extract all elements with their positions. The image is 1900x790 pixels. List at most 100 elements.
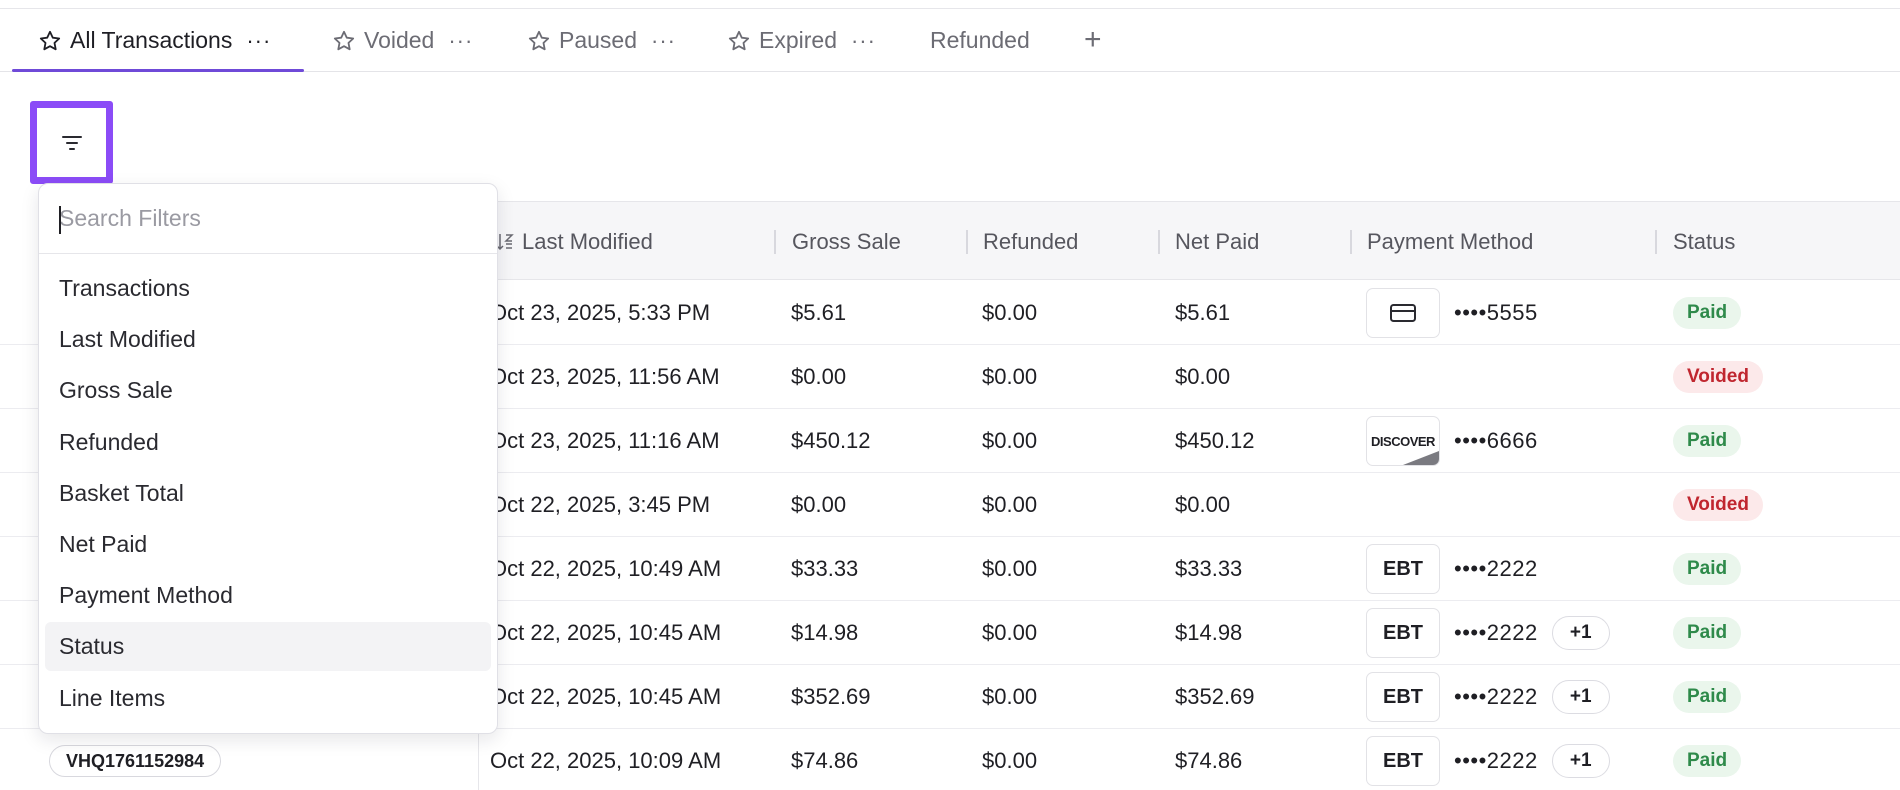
cell-refunded: $0.00 xyxy=(982,364,1038,389)
filter-option-refunded[interactable]: Refunded xyxy=(45,418,491,467)
column-header-gross-sale[interactable]: Gross Sale xyxy=(792,202,901,281)
tab-label: Refunded xyxy=(930,27,1030,53)
filter-option-payment-method[interactable]: Payment Method xyxy=(45,571,491,620)
filter-dropdown: TransactionsLast ModifiedGross SaleRefun… xyxy=(38,183,498,734)
cell-net: $0.00 xyxy=(1175,364,1231,389)
filter-option-status[interactable]: Status xyxy=(45,622,491,672)
tab-expired[interactable]: Expired ··· xyxy=(727,9,876,72)
tab-more-icon[interactable]: ··· xyxy=(851,29,876,52)
cell-gross: $33.33 xyxy=(791,556,859,581)
masked-card-number: ••••2222 xyxy=(1454,684,1538,709)
cell-payment-method: ••••5555 xyxy=(1366,281,1538,345)
tab-more-icon[interactable]: ··· xyxy=(651,29,676,52)
column-header-refunded[interactable]: Refunded xyxy=(983,202,1078,281)
masked-card-number: ••••6666 xyxy=(1454,428,1538,453)
filter-search-box xyxy=(39,184,497,254)
tab-more-icon[interactable]: ··· xyxy=(246,29,271,52)
cell-payment-method: EBT ••••2222 +1 xyxy=(1366,665,1610,729)
cell-status: Paid xyxy=(1673,665,1742,729)
ebt-logo: EBT xyxy=(1366,608,1440,658)
filter-button[interactable] xyxy=(30,101,113,184)
cell-modified: Oct 23, 2025, 11:56 AM xyxy=(490,364,720,389)
table-row[interactable]: Oct 22, 2025, 10:09 AM $74.86 $0.00 $74.86 V… xyxy=(0,729,1900,790)
cell-status: Paid xyxy=(1673,281,1742,345)
cell-net: $5.61 xyxy=(1175,300,1231,325)
cell-net: $450.12 xyxy=(1175,428,1255,453)
ebt-label: EBT xyxy=(1383,557,1423,580)
ebt-label: EBT xyxy=(1383,621,1423,644)
column-resize-handle[interactable] xyxy=(774,230,776,254)
star-icon[interactable] xyxy=(527,29,551,53)
add-tab-button[interactable]: + xyxy=(1084,25,1102,55)
filter-option-last-modified[interactable]: Last Modified xyxy=(45,315,491,364)
cell-refunded: $0.00 xyxy=(982,748,1038,773)
masked-card-number: ••••5555 xyxy=(1454,300,1538,325)
filter-option-transactions[interactable]: Transactions xyxy=(45,264,491,313)
cell-gross: $5.61 xyxy=(791,300,847,325)
cell-gross: $74.86 xyxy=(791,748,859,773)
tab-label: Paused xyxy=(559,27,638,53)
star-icon[interactable] xyxy=(38,29,62,53)
cell-refunded: $0.00 xyxy=(982,428,1038,453)
transaction-id-chip[interactable]: VHQ1761152984 xyxy=(49,745,222,777)
cell-transaction: VHQ1761152984 xyxy=(49,729,222,790)
ebt-label: EBT xyxy=(1383,685,1423,708)
filter-lines-icon xyxy=(61,135,82,150)
tab-label: Voided xyxy=(364,27,435,53)
discover-swoosh-icon xyxy=(1403,451,1439,465)
ebt-label: EBT xyxy=(1383,749,1423,772)
column-header-label: Last Modified xyxy=(522,228,653,254)
discover-label: DISCOVER xyxy=(1371,433,1435,449)
cell-gross: $0.00 xyxy=(791,492,847,517)
tab-all-transactions[interactable]: All Transactions ··· xyxy=(38,9,271,72)
cell-status: Paid xyxy=(1673,409,1742,473)
cell-refunded: $0.00 xyxy=(982,620,1038,645)
column-header-status[interactable]: Status xyxy=(1673,202,1735,281)
filter-search-input[interactable] xyxy=(59,205,459,232)
filter-option-net-paid[interactable]: Net Paid xyxy=(45,520,491,569)
additional-methods-chip[interactable]: +1 xyxy=(1551,616,1610,650)
column-header-payment-method[interactable]: Payment Method xyxy=(1367,202,1533,281)
column-header-label: Gross Sale xyxy=(792,228,901,254)
status-badge: Paid xyxy=(1673,297,1742,329)
cell-refunded: $0.00 xyxy=(982,684,1038,709)
tab-label: All Transactions xyxy=(70,27,233,53)
ebt-logo: EBT xyxy=(1366,544,1440,594)
cell-modified: Oct 23, 2025, 11:16 AM xyxy=(490,428,720,453)
tab-label: Expired xyxy=(759,27,837,53)
cell-gross: $0.00 xyxy=(791,364,847,389)
cell-status: Paid xyxy=(1673,601,1742,665)
status-badge: Paid xyxy=(1673,425,1742,457)
filter-option-gross-sale[interactable]: Gross Sale xyxy=(45,366,491,415)
masked-card-number: ••••2222 xyxy=(1454,620,1538,645)
tab-voided[interactable]: Voided ··· xyxy=(332,9,473,72)
star-icon[interactable] xyxy=(727,29,751,53)
tab-more-icon[interactable]: ··· xyxy=(448,29,473,52)
cell-net: $352.69 xyxy=(1175,684,1255,709)
filter-option-line-items[interactable]: Line Items xyxy=(45,674,491,723)
column-header-net-paid[interactable]: Net Paid xyxy=(1175,202,1259,281)
cell-status: Voided xyxy=(1673,345,1763,409)
masked-card-number: ••••2222 xyxy=(1454,748,1538,773)
column-resize-handle[interactable] xyxy=(1158,230,1160,254)
tab-refunded[interactable]: Refunded xyxy=(930,9,1030,72)
cell-net: $14.98 xyxy=(1175,620,1243,645)
additional-methods-chip[interactable]: +1 xyxy=(1551,680,1610,714)
column-resize-handle[interactable] xyxy=(966,230,968,254)
column-header-label: Status xyxy=(1673,228,1736,254)
status-badge: Paid xyxy=(1673,681,1742,713)
filter-option-basket-total[interactable]: Basket Total xyxy=(45,469,491,518)
tab-paused[interactable]: Paused ··· xyxy=(527,9,676,72)
masked-card-number: ••••2222 xyxy=(1454,556,1538,581)
column-header-last-modified[interactable]: Last Modified xyxy=(496,202,653,281)
column-resize-handle[interactable] xyxy=(1350,230,1352,254)
credit-card-icon xyxy=(1366,288,1440,338)
cell-modified: Oct 22, 2025, 10:45 AM xyxy=(490,684,722,709)
sort-icon[interactable] xyxy=(496,231,514,253)
additional-methods-chip[interactable]: +1 xyxy=(1551,744,1610,778)
cell-gross: $450.12 xyxy=(791,428,871,453)
cell-gross: $14.98 xyxy=(791,620,859,645)
column-resize-handle[interactable] xyxy=(1655,230,1657,254)
star-icon[interactable] xyxy=(332,29,356,53)
cell-net: $0.00 xyxy=(1175,492,1231,517)
